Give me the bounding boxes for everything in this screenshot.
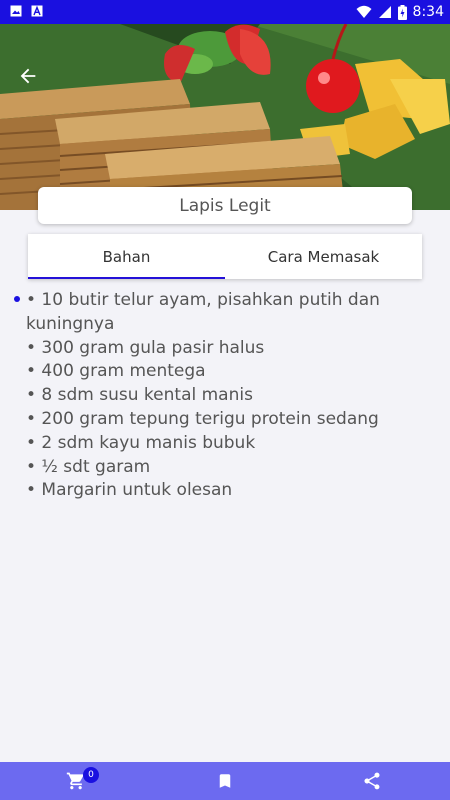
list-bullet-dot <box>14 296 20 302</box>
list-item: • 400 gram mentega <box>14 360 434 384</box>
share-button[interactable] <box>352 762 392 800</box>
bookmark-icon <box>219 774 231 788</box>
bottom-action-bar: 0 <box>0 762 450 800</box>
list-item: • 8 sdm susu kental manis <box>14 384 434 408</box>
cart-count-badge: 0 <box>83 767 99 783</box>
ingredient-text: • 400 gram mentega <box>26 361 206 382</box>
back-button[interactable] <box>14 62 42 90</box>
list-item: • ½ sdt garam <box>14 456 434 480</box>
ingredient-text: • 200 gram tepung terigu protein sedang <box>26 408 379 429</box>
ingredient-text: • 300 gram gula pasir halus <box>26 337 265 358</box>
cart-button[interactable]: 0 <box>56 762 99 800</box>
arrow-back-icon <box>20 68 36 84</box>
ingredient-text: • 2 sdm kayu manis bubuk <box>26 432 256 453</box>
tab-bahan-label: Bahan <box>102 247 151 266</box>
wifi-icon <box>356 5 372 18</box>
list-item: • 200 gram tepung terigu protein sedang <box>14 408 434 432</box>
recipe-hero-image <box>0 24 450 210</box>
tab-cara-memasak-label: Cara Memasak <box>267 247 380 266</box>
bookmark-button[interactable] <box>205 762 245 800</box>
text-a-icon <box>31 5 43 17</box>
share-icon <box>364 772 380 790</box>
ingredient-text: • 8 sdm susu kental manis <box>26 385 253 406</box>
status-time: 8:34 <box>412 4 444 20</box>
ingredient-text: • Margarin untuk olesan <box>26 480 233 501</box>
ingredient-text: • ½ sdt garam <box>26 456 151 477</box>
recipe-title: Lapis Legit <box>179 195 271 216</box>
recipe-title-card: Lapis Legit <box>38 187 412 224</box>
tab-bar: Bahan Cara Memasak <box>28 234 422 279</box>
list-item: • 300 gram gula pasir halus <box>14 337 434 361</box>
list-item: • 10 butir telur ayam, pisahkan putih da… <box>14 289 434 337</box>
list-item: • Margarin untuk olesan <box>14 479 434 503</box>
image-icon <box>10 5 22 17</box>
ingredient-text: • 10 butir telur ayam, pisahkan putih da… <box>26 290 380 334</box>
status-right-icons: 8:34 <box>356 3 444 21</box>
ingredient-list: • 10 butir telur ayam, pisahkan putih da… <box>14 289 434 503</box>
battery-icon <box>397 4 407 20</box>
tab-cara-memasak[interactable]: Cara Memasak <box>225 234 422 279</box>
status-bar: 8:34 <box>0 0 450 24</box>
tab-bahan[interactable]: Bahan <box>28 234 225 279</box>
list-item: • 2 sdm kayu manis bubuk <box>14 432 434 456</box>
status-left-icons <box>10 5 43 17</box>
signal-icon <box>378 6 391 18</box>
cake-photo <box>0 24 450 210</box>
